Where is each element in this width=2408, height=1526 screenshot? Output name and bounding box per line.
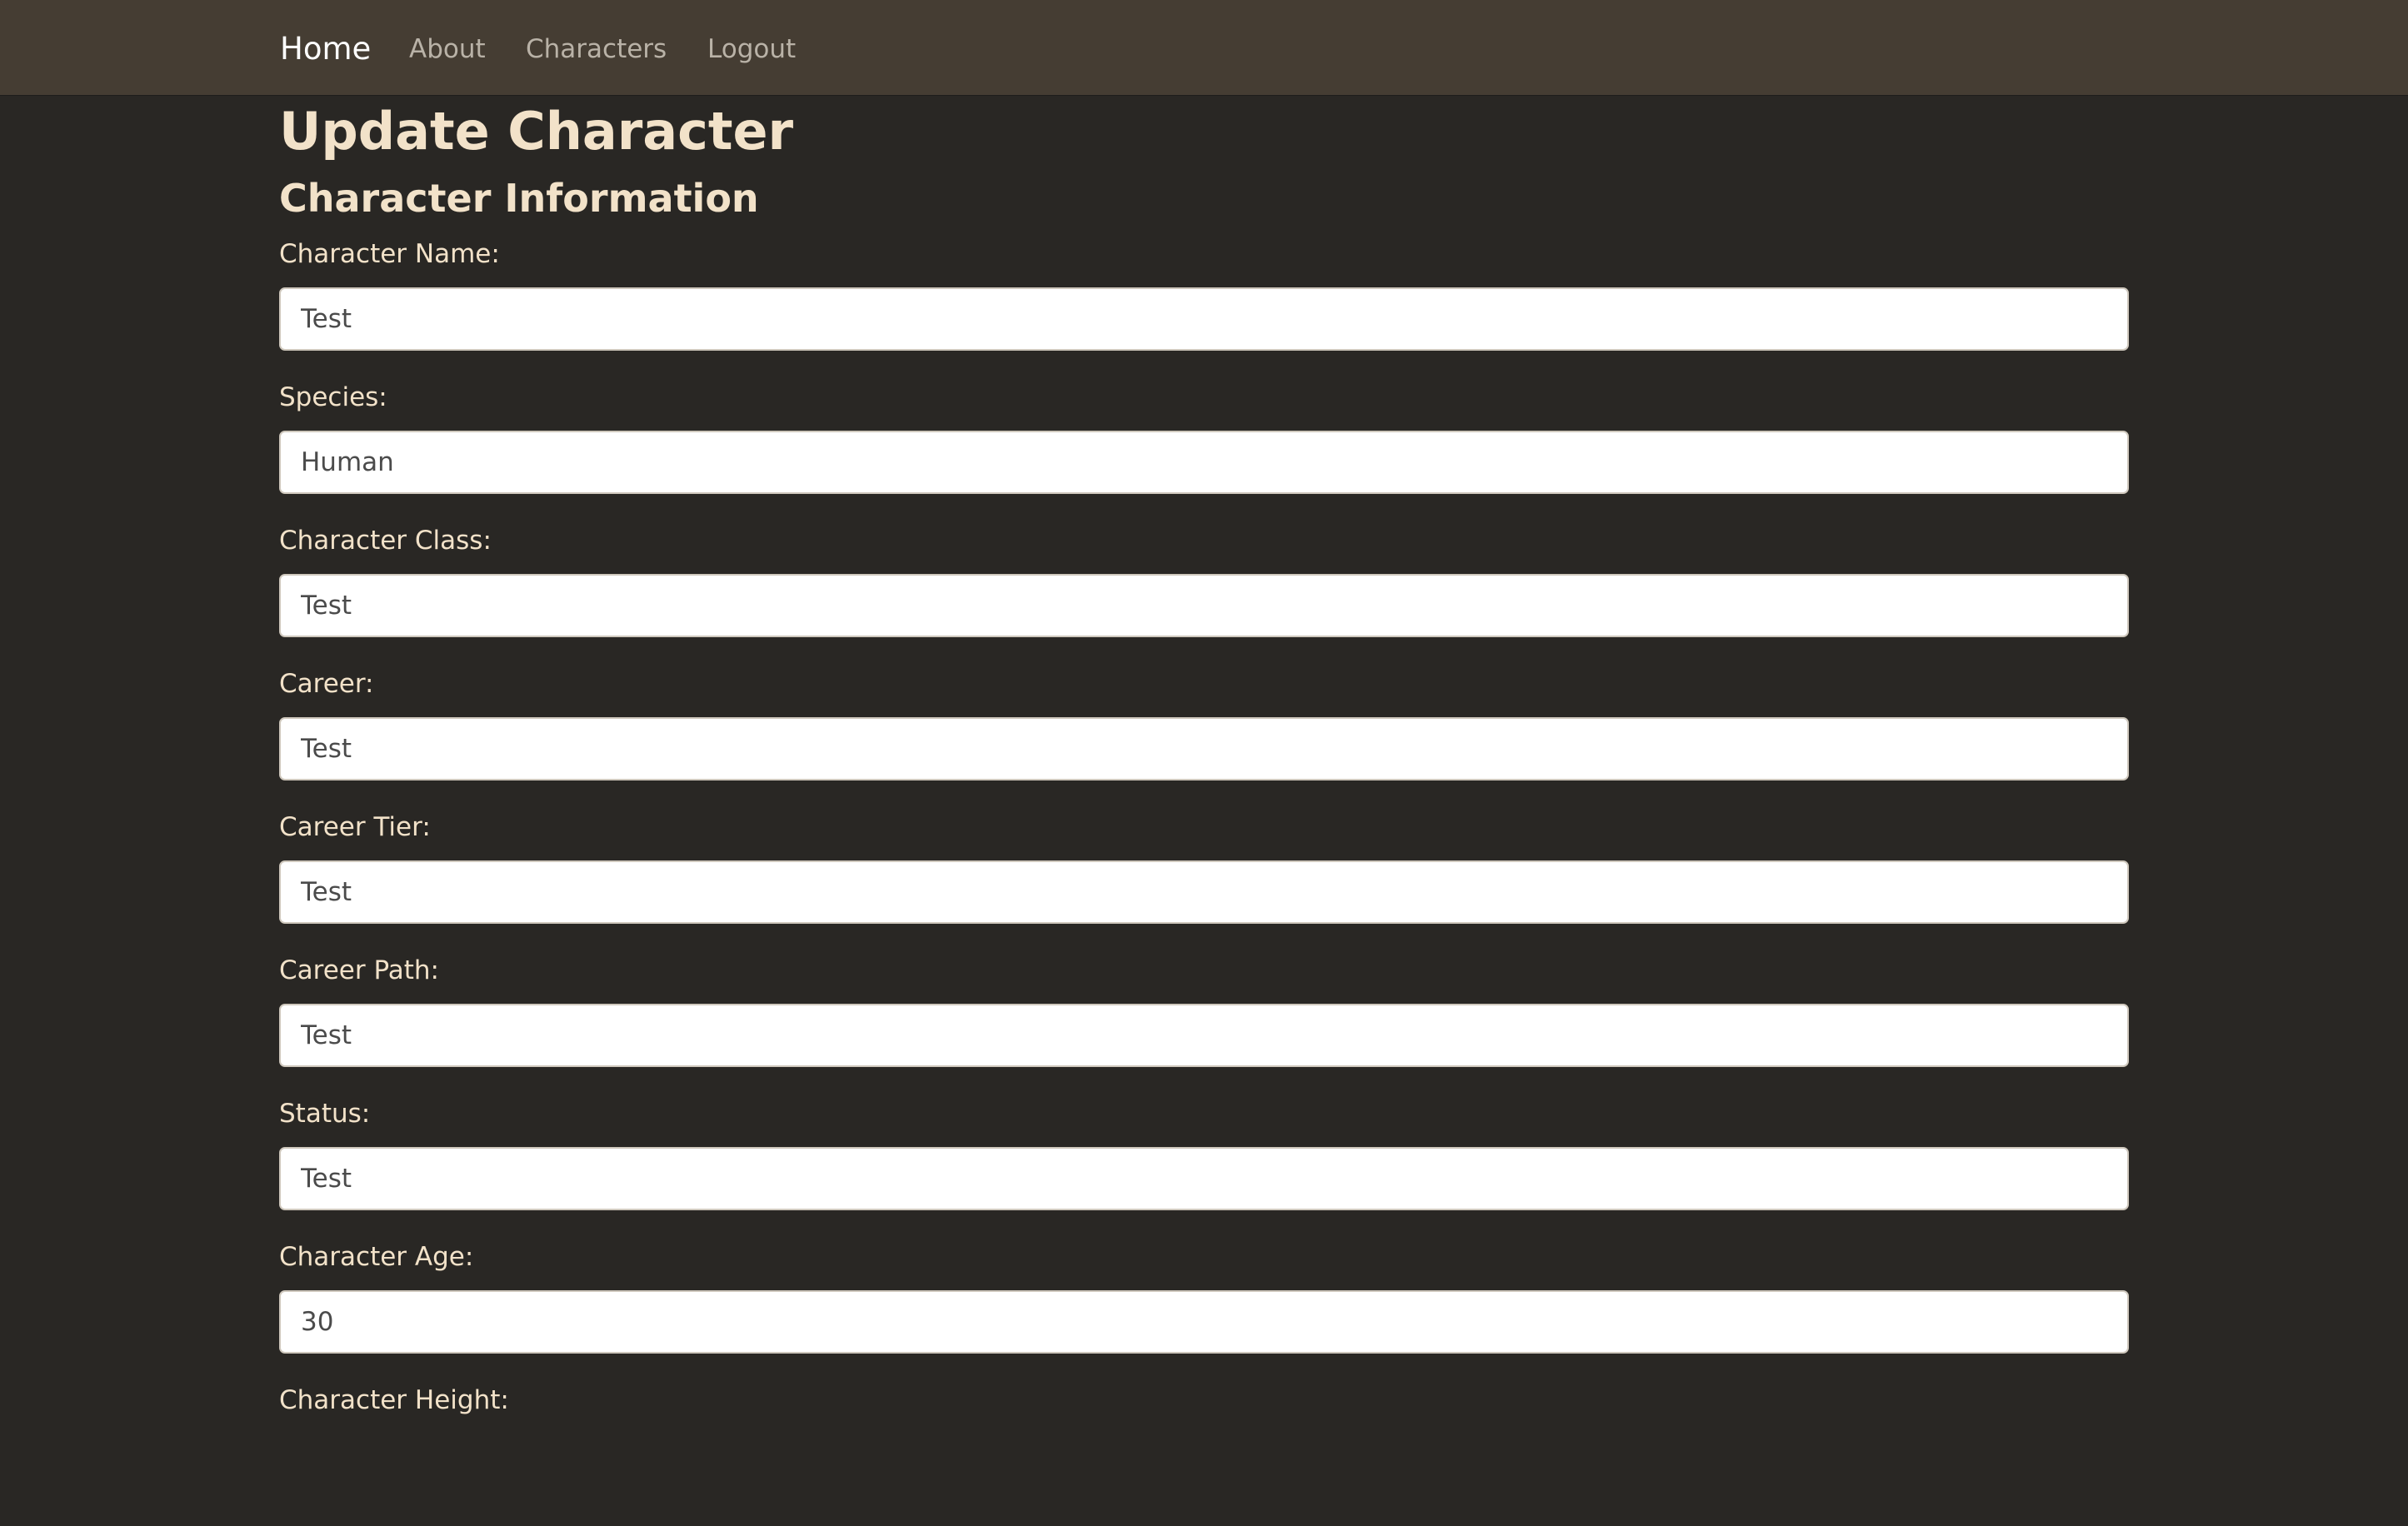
species-input[interactable]	[279, 431, 2129, 494]
field-career-tier: Career Tier:	[279, 810, 2129, 953]
nav-characters-link[interactable]: Characters	[526, 28, 667, 70]
field-species: Species:	[279, 380, 2129, 523]
character-age-label: Character Age:	[279, 1242, 474, 1272]
nav-about-link[interactable]: About	[409, 28, 486, 70]
section-title: Character Information	[279, 176, 759, 221]
species-label: Species:	[279, 382, 387, 412]
career-label: Career:	[279, 669, 374, 699]
field-status: Status:	[279, 1096, 2129, 1239]
field-character-height: Character Height:	[279, 1383, 2129, 1526]
page-title: Update Character	[279, 101, 794, 162]
field-character-name: Character Name:	[279, 237, 2129, 380]
character-name-label: Character Name:	[279, 239, 500, 269]
character-age-input[interactable]	[279, 1290, 2129, 1354]
character-class-input[interactable]	[279, 574, 2129, 637]
career-path-input[interactable]	[279, 1004, 2129, 1067]
character-name-input[interactable]	[279, 287, 2129, 351]
status-input[interactable]	[279, 1147, 2129, 1210]
field-career-path: Career Path:	[279, 953, 2129, 1096]
career-tier-input[interactable]	[279, 860, 2129, 924]
navbar: Home About Characters Logout	[0, 0, 2408, 95]
career-tier-label: Career Tier:	[279, 812, 431, 842]
career-input[interactable]	[279, 717, 2129, 780]
career-path-label: Career Path:	[279, 955, 439, 985]
nav-logout-link[interactable]: Logout	[707, 28, 796, 70]
field-character-age: Character Age:	[279, 1239, 2129, 1383]
character-class-label: Character Class:	[279, 526, 492, 556]
field-career: Career:	[279, 666, 2129, 810]
character-form: Character Name: Species: Character Class…	[279, 237, 2129, 1526]
status-label: Status:	[279, 1099, 371, 1129]
nav-home-link[interactable]: Home	[280, 28, 371, 70]
character-height-label: Character Height:	[279, 1385, 509, 1415]
field-character-class: Character Class:	[279, 523, 2129, 666]
